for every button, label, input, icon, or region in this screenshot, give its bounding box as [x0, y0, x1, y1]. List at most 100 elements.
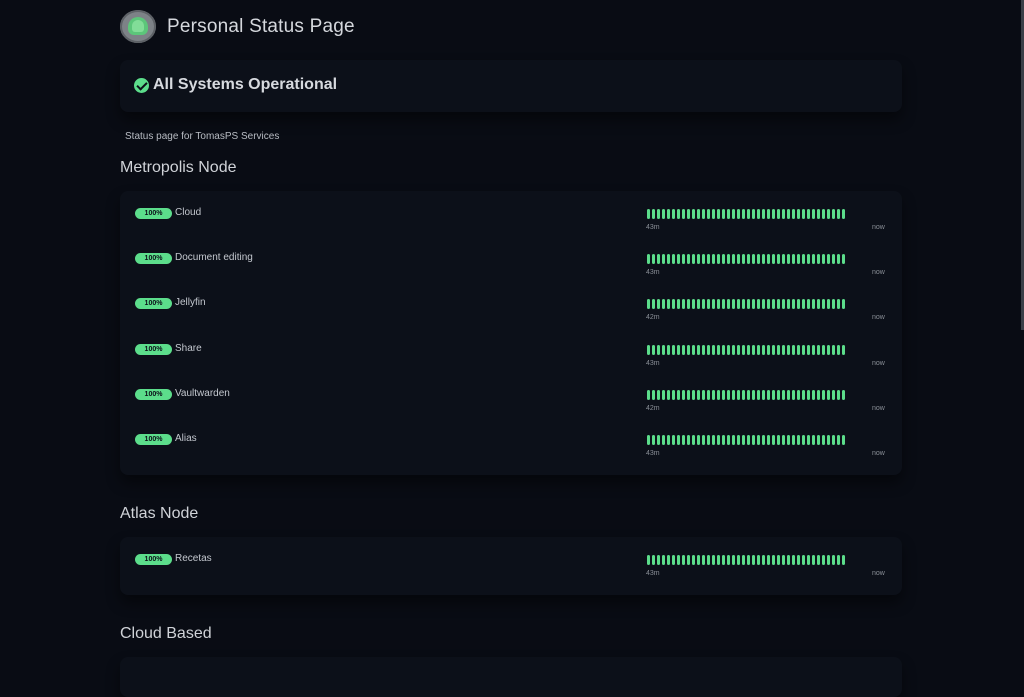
heartbeat-beat[interactable]	[747, 345, 750, 355]
heartbeat-beat[interactable]	[832, 299, 835, 309]
heartbeat-beat[interactable]	[762, 345, 765, 355]
heartbeat-beat[interactable]	[732, 254, 735, 264]
heartbeat-beat[interactable]	[657, 345, 660, 355]
heartbeat-beat[interactable]	[757, 390, 760, 400]
heartbeat-beat[interactable]	[667, 390, 670, 400]
heartbeat-beat[interactable]	[652, 254, 655, 264]
heartbeat-beat[interactable]	[762, 390, 765, 400]
heartbeat-beat[interactable]	[647, 299, 650, 309]
heartbeat-beat[interactable]	[657, 555, 660, 565]
heartbeat-beat[interactable]	[752, 209, 755, 219]
heartbeat-beat[interactable]	[777, 209, 780, 219]
heartbeat-beat[interactable]	[667, 209, 670, 219]
heartbeat-beat[interactable]	[842, 555, 845, 565]
heartbeat-beat[interactable]	[782, 299, 785, 309]
heartbeat-beat[interactable]	[747, 299, 750, 309]
heartbeat-beat[interactable]	[737, 435, 740, 445]
heartbeat-beat[interactable]	[672, 435, 675, 445]
heartbeat-beat[interactable]	[787, 390, 790, 400]
heartbeat-beat[interactable]	[757, 299, 760, 309]
heartbeat-beat[interactable]	[697, 390, 700, 400]
heartbeat-beat[interactable]	[767, 345, 770, 355]
heartbeat-beat[interactable]	[822, 435, 825, 445]
heartbeat-beat[interactable]	[757, 345, 760, 355]
heartbeat-beat[interactable]	[732, 390, 735, 400]
heartbeat-beat[interactable]	[732, 435, 735, 445]
heartbeat-beat[interactable]	[802, 435, 805, 445]
heartbeat-beat[interactable]	[842, 209, 845, 219]
monitor-item[interactable]: 100% Document editing 43m now	[120, 236, 902, 281]
heartbeat-beat[interactable]	[792, 435, 795, 445]
heartbeat-beat[interactable]	[747, 254, 750, 264]
heartbeat-beat[interactable]	[702, 299, 705, 309]
heartbeat-beat[interactable]	[812, 390, 815, 400]
heartbeat-beat[interactable]	[827, 555, 830, 565]
heartbeat-beat[interactable]	[767, 390, 770, 400]
heartbeat-beat[interactable]	[652, 555, 655, 565]
heartbeat-beat[interactable]	[797, 254, 800, 264]
heartbeat-beat[interactable]	[657, 209, 660, 219]
heartbeat-beat[interactable]	[787, 299, 790, 309]
heartbeat-beat[interactable]	[752, 345, 755, 355]
heartbeat-beat[interactable]	[687, 345, 690, 355]
heartbeat-beat[interactable]	[707, 299, 710, 309]
heartbeat-beat[interactable]	[712, 254, 715, 264]
heartbeat-beat[interactable]	[672, 390, 675, 400]
heartbeat-beat[interactable]	[812, 299, 815, 309]
heartbeat-beat[interactable]	[707, 254, 710, 264]
heartbeat-beat[interactable]	[822, 345, 825, 355]
heartbeat-beat[interactable]	[722, 435, 725, 445]
heartbeat-beat[interactable]	[732, 209, 735, 219]
heartbeat-beat[interactable]	[822, 254, 825, 264]
heartbeat-beat[interactable]	[717, 555, 720, 565]
heartbeat-beat[interactable]	[807, 345, 810, 355]
heartbeat-beat[interactable]	[767, 299, 770, 309]
heartbeat-beat[interactable]	[797, 345, 800, 355]
heartbeat-beat[interactable]	[797, 209, 800, 219]
heartbeat-beat[interactable]	[822, 555, 825, 565]
heartbeat-beat[interactable]	[712, 435, 715, 445]
heartbeat-beat[interactable]	[677, 435, 680, 445]
heartbeat-beat[interactable]	[737, 555, 740, 565]
heartbeat-beat[interactable]	[822, 209, 825, 219]
heartbeat-beat[interactable]	[722, 254, 725, 264]
heartbeat-beat[interactable]	[652, 390, 655, 400]
heartbeat-beat[interactable]	[727, 254, 730, 264]
heartbeat-beat[interactable]	[752, 254, 755, 264]
heartbeat-beat[interactable]	[817, 299, 820, 309]
heartbeat-beat[interactable]	[687, 435, 690, 445]
heartbeat-beat[interactable]	[717, 254, 720, 264]
heartbeat-beat[interactable]	[657, 299, 660, 309]
heartbeat-beat[interactable]	[667, 435, 670, 445]
heartbeat-beat[interactable]	[707, 390, 710, 400]
heartbeat-beat[interactable]	[767, 209, 770, 219]
heartbeat-beat[interactable]	[732, 555, 735, 565]
heartbeat-beat[interactable]	[832, 209, 835, 219]
heartbeat-beat[interactable]	[777, 555, 780, 565]
heartbeat-beat[interactable]	[702, 435, 705, 445]
heartbeat-beat[interactable]	[742, 254, 745, 264]
heartbeat-beat[interactable]	[677, 299, 680, 309]
heartbeat-beat[interactable]	[672, 209, 675, 219]
heartbeat-beat[interactable]	[692, 390, 695, 400]
heartbeat-beat[interactable]	[707, 555, 710, 565]
heartbeat-beat[interactable]	[817, 555, 820, 565]
heartbeat-beat[interactable]	[782, 435, 785, 445]
heartbeat-beat[interactable]	[672, 555, 675, 565]
heartbeat-beat[interactable]	[827, 390, 830, 400]
heartbeat-beat[interactable]	[777, 345, 780, 355]
heartbeat-beat[interactable]	[757, 254, 760, 264]
heartbeat-beat[interactable]	[687, 299, 690, 309]
heartbeat-beat[interactable]	[757, 209, 760, 219]
heartbeat-beat[interactable]	[697, 555, 700, 565]
heartbeat-beat[interactable]	[782, 390, 785, 400]
heartbeat-beat[interactable]	[762, 555, 765, 565]
heartbeat-beat[interactable]	[717, 390, 720, 400]
heartbeat-beat[interactable]	[757, 435, 760, 445]
heartbeat-beat[interactable]	[737, 390, 740, 400]
heartbeat-beat[interactable]	[842, 299, 845, 309]
heartbeat-beat[interactable]	[662, 435, 665, 445]
heartbeat-beat[interactable]	[777, 390, 780, 400]
heartbeat-beat[interactable]	[662, 299, 665, 309]
heartbeat-beat[interactable]	[692, 555, 695, 565]
